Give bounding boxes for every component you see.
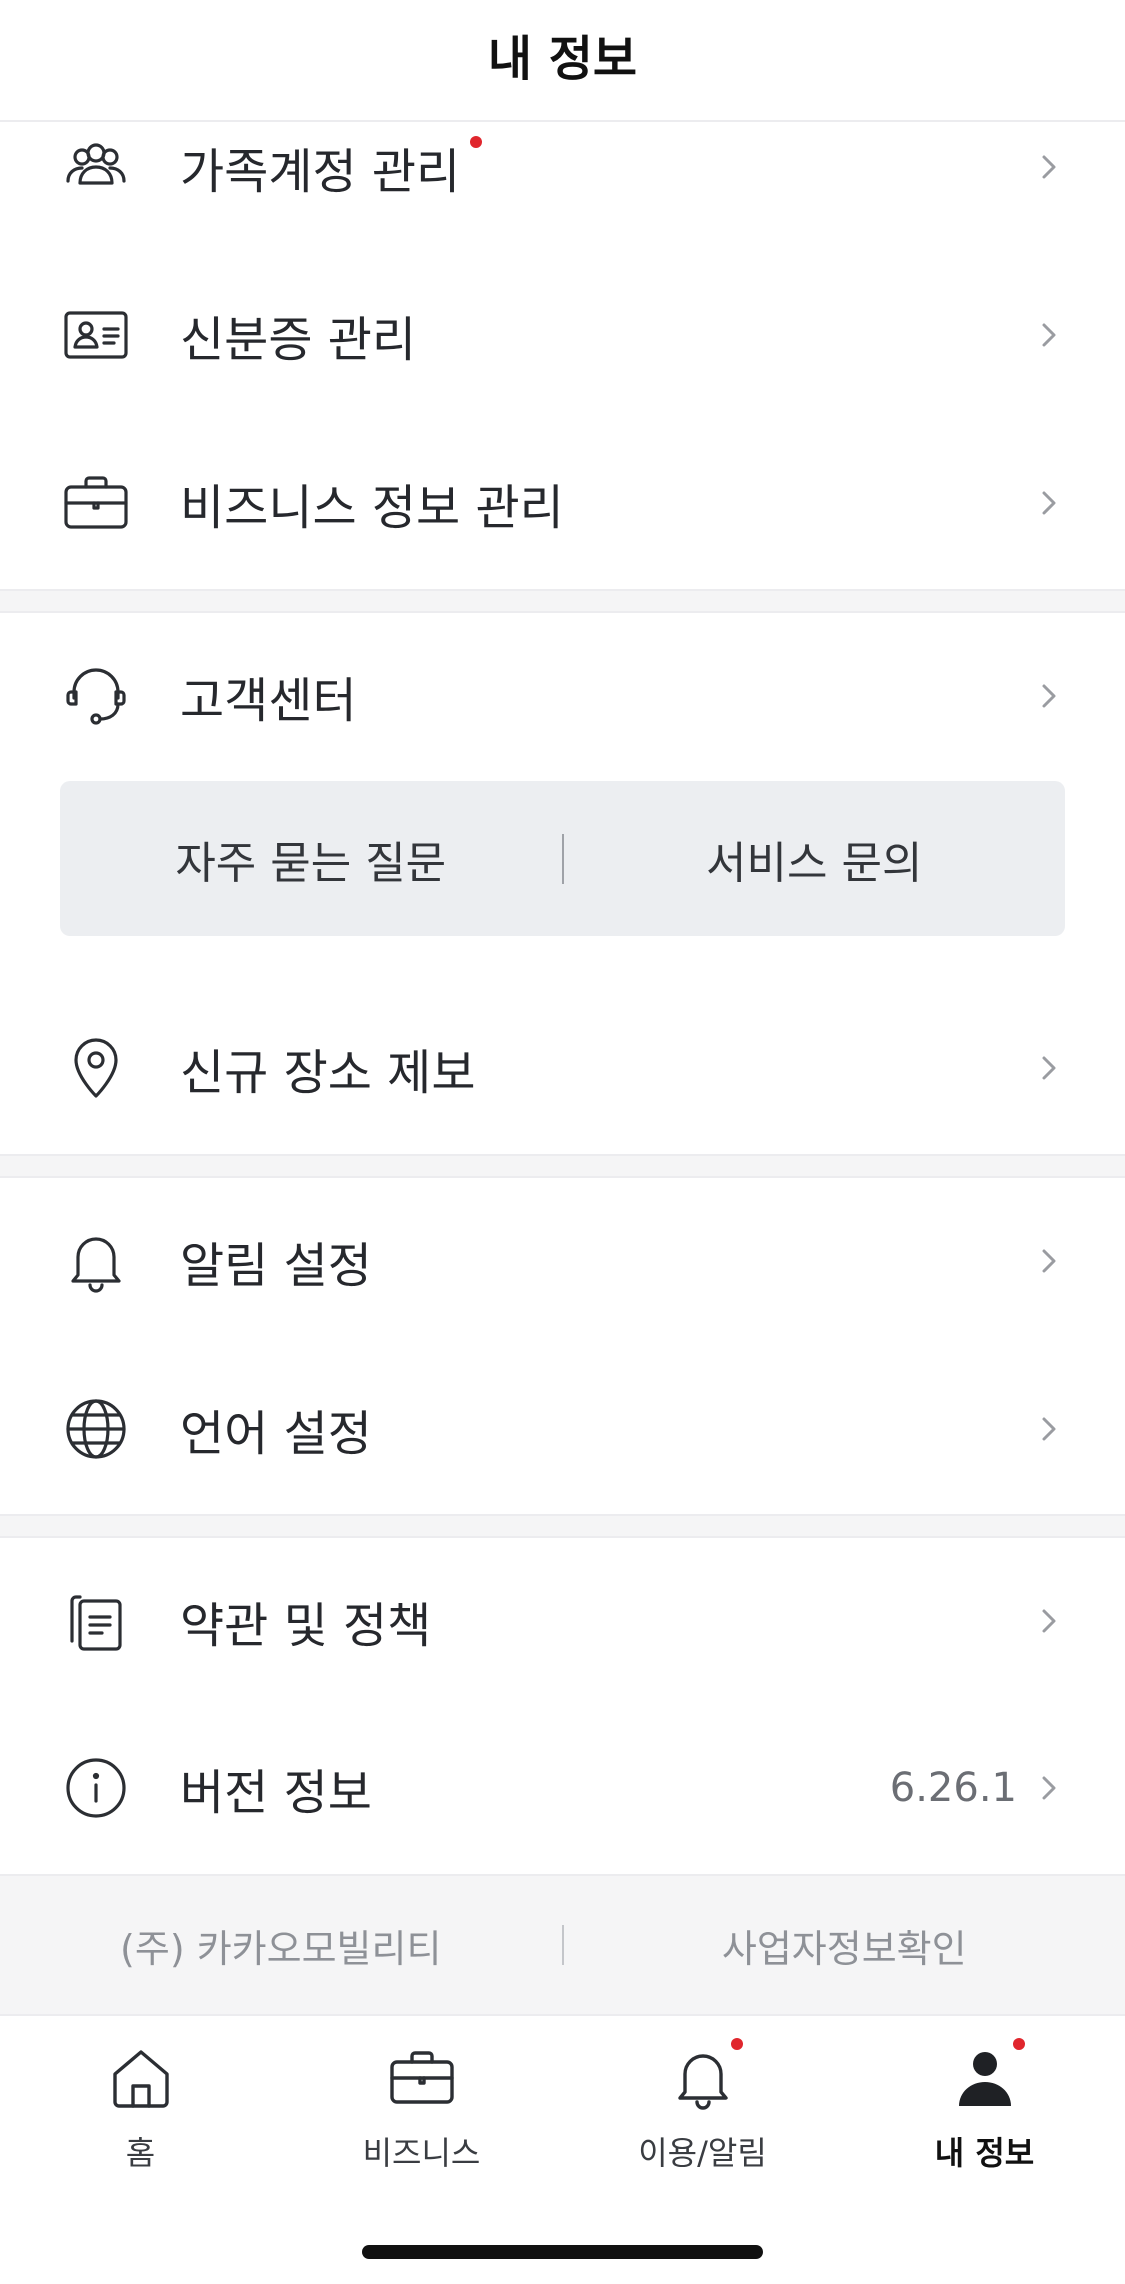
document-icon — [60, 1585, 132, 1657]
menu-label-language-settings: 언어 설정 — [180, 1406, 372, 1462]
tab-business[interactable]: 비즈니스 — [281, 2042, 562, 2182]
bottom-tab-bar: 홈 비즈니스 이용/알림 내 정보 — [0, 2014, 1125, 2284]
notification-dot — [1012, 2038, 1025, 2050]
globe-icon — [60, 1393, 132, 1465]
chevron-right-icon — [1035, 1409, 1063, 1449]
my-info-page: 내 정보 가족계정 관리 신분증 관리 비즈니스 정보 관리 고객센터 자주 묻… — [0, 0, 1125, 2284]
person-icon — [949, 2038, 1025, 2114]
business-info-link[interactable]: 사업자정보확인 — [564, 1918, 1125, 1973]
menu-item-business-info[interactable]: 비즈니스 정보 관리 — [0, 419, 1125, 587]
menu-item-terms-policy[interactable]: 약관 및 정책 — [0, 1537, 1125, 1705]
chevron-right-icon — [1035, 1048, 1063, 1088]
briefcase-icon — [386, 2042, 458, 2114]
home-icon — [105, 2042, 177, 2114]
chevron-right-icon — [1035, 676, 1063, 716]
menu-item-place-report[interactable]: 신규 장소 제보 — [0, 984, 1125, 1152]
menu-item-id-card[interactable]: 신분증 관리 — [0, 251, 1125, 419]
tab-label-my-info: 내 정보 — [934, 2134, 1035, 2172]
menu-label-version-info: 버전 정보 — [180, 1765, 372, 1821]
briefcase-icon — [60, 467, 132, 539]
company-footer: (주) 카카오모빌리티 사업자정보확인 — [0, 1874, 1125, 2014]
page-title: 내 정보 — [487, 31, 638, 87]
chevron-right-icon — [1035, 483, 1063, 523]
menu-item-notification-settings[interactable]: 알림 설정 — [0, 1177, 1125, 1345]
menu-label-business-info: 비즈니스 정보 관리 — [180, 480, 564, 536]
tab-my-info[interactable]: 내 정보 — [844, 2038, 1125, 2182]
home-indicator[interactable] — [362, 2245, 763, 2259]
menu-item-language-settings[interactable]: 언어 설정 — [0, 1345, 1125, 1513]
family-icon — [60, 131, 132, 203]
menu-label-customer-center: 고객센터 — [180, 673, 357, 729]
tab-label-home: 홈 — [125, 2134, 156, 2172]
menu-label-notification-settings: 알림 설정 — [180, 1238, 372, 1294]
section-divider — [0, 1154, 1125, 1178]
headset-icon — [60, 660, 132, 732]
location-pin-icon — [60, 1032, 132, 1104]
chevron-right-icon — [1035, 1241, 1063, 1281]
chevron-right-icon — [1035, 1768, 1063, 1808]
chevron-right-icon — [1035, 315, 1063, 355]
menu-label-terms-policy: 약관 및 정책 — [180, 1598, 432, 1654]
bell-icon — [60, 1225, 132, 1297]
section-divider — [0, 1514, 1125, 1538]
chevron-right-icon — [1035, 1601, 1063, 1641]
menu-label-id-card: 신분증 관리 — [180, 312, 417, 368]
menu-label-place-report: 신규 장소 제보 — [180, 1045, 476, 1101]
tab-home[interactable]: 홈 — [0, 2042, 281, 2182]
menu-item-family-account[interactable]: 가족계정 관리 — [0, 83, 1125, 251]
chevron-right-icon — [1035, 147, 1063, 187]
company-name: (주) 카카오모빌리티 — [120, 1926, 442, 1971]
notification-dot — [730, 2038, 743, 2050]
section-divider — [0, 589, 1125, 613]
tab-label-business: 비즈니스 — [362, 2134, 481, 2172]
menu-label-family-account: 가족계정 관리 — [180, 144, 461, 200]
menu-item-customer-center[interactable]: 고객센터 — [0, 612, 1125, 780]
version-number: 6.26.1 — [889, 1765, 1017, 1811]
support-shortcuts: 자주 묻는 질문 서비스 문의 — [60, 781, 1065, 936]
service-inquiry-link[interactable]: 서비스 문의 — [564, 827, 1066, 891]
new-badge-dot — [470, 136, 482, 148]
menu-item-version-info[interactable]: 버전 정보 6.26.1 — [0, 1704, 1125, 1872]
bell-icon — [667, 2038, 743, 2114]
faq-link[interactable]: 자주 묻는 질문 — [60, 827, 562, 891]
tab-label-usage-alerts: 이용/알림 — [638, 2134, 767, 2172]
info-icon — [60, 1752, 132, 1824]
tab-usage-alerts[interactable]: 이용/알림 — [562, 2038, 843, 2182]
id-card-icon — [60, 299, 132, 371]
